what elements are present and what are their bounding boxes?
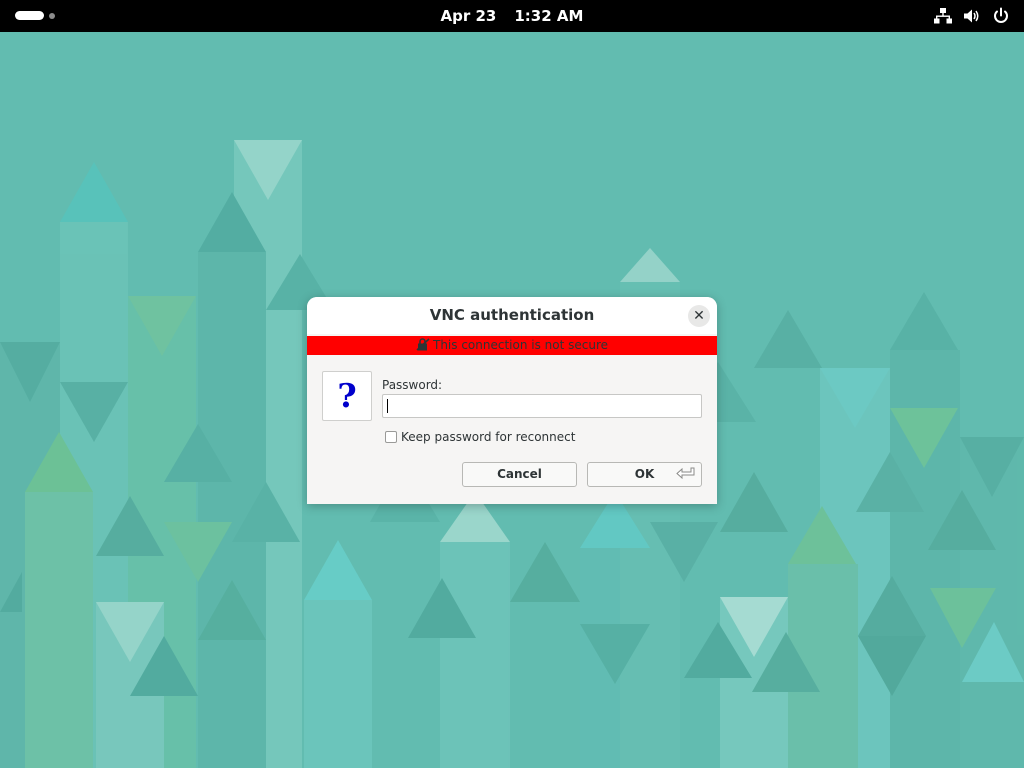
insecure-lock-icon: [416, 338, 430, 351]
insecure-warning-banner: This connection is not secure: [307, 336, 717, 355]
close-icon: ✕: [693, 308, 705, 324]
keep-password-option[interactable]: Keep password for reconnect: [385, 430, 575, 444]
vnc-auth-dialog: VNC authentication ✕ This connection is …: [307, 297, 717, 504]
dialog-title: VNC authentication: [429, 306, 595, 324]
system-tray[interactable]: [934, 7, 1010, 25]
network-icon[interactable]: [934, 7, 952, 25]
question-icon: ?: [322, 371, 372, 421]
clock: Apr 23 1:32 AM: [0, 0, 1024, 32]
ok-button[interactable]: OK: [587, 462, 702, 487]
password-field[interactable]: [382, 394, 702, 418]
text-caret: [387, 399, 388, 413]
cancel-button[interactable]: Cancel: [462, 462, 577, 487]
keep-password-label[interactable]: Keep password for reconnect: [401, 430, 575, 444]
enter-key-icon: [676, 467, 695, 480]
power-icon[interactable]: [992, 7, 1010, 25]
activities-button[interactable]: [15, 11, 63, 21]
dialog-titlebar[interactable]: VNC authentication ✕: [307, 297, 717, 334]
workspace-inactive-indicator: [49, 13, 55, 19]
ok-button-label: OK: [634, 467, 655, 481]
clock-time[interactable]: 1:32 AM: [514, 7, 583, 25]
clock-date[interactable]: Apr 23: [441, 7, 497, 25]
warning-text: This connection is not secure: [432, 338, 609, 352]
close-button[interactable]: ✕: [688, 305, 710, 327]
volume-icon[interactable]: [963, 7, 981, 25]
workspace-active-indicator: [15, 11, 44, 20]
password-label: Password:: [382, 378, 443, 392]
keep-password-checkbox[interactable]: [385, 431, 397, 443]
top-bar: Apr 23 1:32 AM: [0, 0, 1024, 32]
